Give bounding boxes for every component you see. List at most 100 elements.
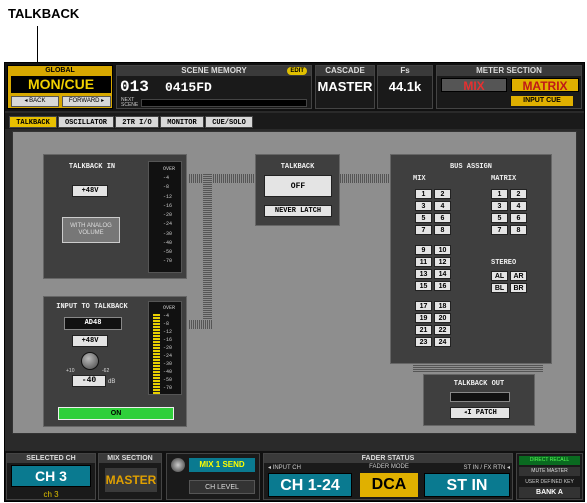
bus-button-mix-3[interactable]: 3 <box>415 201 432 211</box>
bus-button-mix-2[interactable]: 2 <box>434 189 451 199</box>
bus-button-mix-4[interactable]: 4 <box>434 201 451 211</box>
bus-button-mix-12[interactable]: 12 <box>434 257 451 267</box>
bus-button-mix-5[interactable]: 5 <box>415 213 432 223</box>
bus-button-mix-13[interactable]: 13 <box>415 269 432 279</box>
bus-button-mix-8[interactable]: 8 <box>434 225 451 235</box>
scale-24: -24 <box>163 221 173 227</box>
tab-monitor[interactable]: MONITOR <box>160 116 204 128</box>
in-scale-24: -24 <box>163 353 173 359</box>
selected-ch-value[interactable]: CH 3 <box>11 465 91 487</box>
bus-button-mix-17[interactable]: 17 <box>415 301 432 311</box>
back-button[interactable]: ◂ BACK <box>11 96 59 107</box>
bus-button-mix-22[interactable]: 22 <box>434 325 451 335</box>
with-analog-volume-button[interactable]: WITH ANALOG VOLUME <box>62 217 120 243</box>
bus-button-mix-10[interactable]: 10 <box>434 245 451 255</box>
mix1-send-button[interactable]: MIX 1 SEND <box>189 458 255 472</box>
gain-unit: dB <box>108 379 116 385</box>
scale-12: -12 <box>163 194 173 200</box>
bus-button-stereo-BR[interactable]: BR <box>510 283 527 293</box>
fader-mode-value[interactable]: DCA <box>360 473 418 497</box>
signal-line-vertical <box>203 174 212 329</box>
bus-button-matrix-6[interactable]: 6 <box>510 213 527 223</box>
tab-oscillator[interactable]: OSCILLATOR <box>58 116 114 128</box>
meter-mix-button[interactable]: MIX <box>441 78 507 93</box>
bus-button-stereo-BL[interactable]: BL <box>491 283 508 293</box>
fs-title: Fs <box>378 66 432 76</box>
user-defined-key-label: USER DEFINED KEY <box>525 479 574 485</box>
bus-button-mix-16[interactable]: 16 <box>434 281 451 291</box>
bus-button-mix-23[interactable]: 23 <box>415 337 432 347</box>
input-to-talkback-on-button[interactable]: ON <box>58 407 174 420</box>
global-label: GLOBAL <box>45 67 75 74</box>
bus-button-mix-14[interactable]: 14 <box>434 269 451 279</box>
mute-master-button[interactable]: MUTE MASTER <box>519 467 580 476</box>
tab-cue-solo[interactable]: CUE/SOLO <box>205 116 253 128</box>
meter-section-title: METER SECTION <box>437 66 581 76</box>
bank-button[interactable]: BANK A <box>519 487 580 498</box>
fader-status-box: FADER STATUS ◂ INPUT CH CH 1-24 FADER MO… <box>263 453 513 500</box>
bus-button-matrix-8[interactable]: 8 <box>510 225 527 235</box>
talkback-in-48v-button[interactable]: +48V <box>72 185 108 197</box>
bus-button-mix-24[interactable]: 24 <box>434 337 451 347</box>
input-patch-select[interactable]: AD48 <box>64 317 122 330</box>
bus-assign-title: BUS ASSIGN <box>449 163 492 171</box>
talkback-in-panel: TALKBACK IN +48V WITH ANALOG VOLUME OVER… <box>43 154 187 279</box>
st-in-value[interactable]: ST IN <box>424 473 510 497</box>
talkback-panel: TALKBACK OFF NEVER LATCH <box>255 154 340 226</box>
meter-matrix-button[interactable]: MATRIX <box>511 78 579 93</box>
signal-line-bus-out <box>413 364 543 372</box>
bus-button-mix-21[interactable]: 21 <box>415 325 432 335</box>
cascade-box: CASCADE MASTER <box>315 65 375 109</box>
talkback-out-patch-button[interactable]: ◂I PATCH <box>450 407 510 419</box>
matrix-group-label: MATRIX <box>491 175 517 183</box>
bus-button-matrix-7[interactable]: 7 <box>491 225 508 235</box>
next-scene-field[interactable] <box>141 99 307 107</box>
bus-button-matrix-5[interactable]: 5 <box>491 213 508 223</box>
bus-button-mix-6[interactable]: 6 <box>434 213 451 223</box>
bus-button-mix-20[interactable]: 20 <box>434 313 451 323</box>
scale-over: OVER <box>163 166 176 172</box>
direct-recall-button[interactable]: DIRECT RECALL <box>519 456 580 465</box>
forward-button[interactable]: FORWARD ▸ <box>62 96 111 107</box>
bus-button-matrix-1[interactable]: 1 <box>491 189 508 199</box>
talkback-page: TALKBACK IN +48V WITH ANALOG VOLUME OVER… <box>12 131 577 434</box>
bus-button-mix-18[interactable]: 18 <box>434 301 451 311</box>
bus-button-mix-9[interactable]: 9 <box>415 245 432 255</box>
mix-section-master[interactable]: MASTER <box>105 468 157 492</box>
input-ch-value[interactable]: CH 1-24 <box>268 473 352 497</box>
mix-group-label: MIX <box>413 175 426 183</box>
mon-cue-mode[interactable]: MON/CUE <box>11 76 111 93</box>
gain-knob[interactable] <box>81 352 99 370</box>
bus-button-stereo-AR[interactable]: AR <box>510 271 527 281</box>
signal-line-input <box>189 320 212 329</box>
gain-value[interactable]: -40 <box>72 375 106 387</box>
bus-button-mix-7[interactable]: 7 <box>415 225 432 235</box>
talkback-in-title: TALKBACK IN <box>68 163 116 171</box>
scene-number[interactable]: 013 <box>120 78 149 96</box>
edit-badge: EDIT <box>287 67 307 75</box>
talkback-out-panel: TALKBACK OUT ◂I PATCH <box>423 374 535 426</box>
bus-button-stereo-AL[interactable]: AL <box>491 271 508 281</box>
scale-50: -50 <box>163 249 173 255</box>
scene-memory-title: SCENE MEMORY <box>117 66 311 76</box>
scene-name[interactable]: 0415FD <box>165 80 212 95</box>
fader-status-title: FADER STATUS <box>264 454 512 463</box>
tab-2tr-io[interactable]: 2TR I/O <box>115 116 159 128</box>
talkback-title: TALKBACK <box>280 163 315 171</box>
bus-button-mix-11[interactable]: 11 <box>415 257 432 267</box>
bus-button-mix-1[interactable]: 1 <box>415 189 432 199</box>
bus-button-matrix-2[interactable]: 2 <box>510 189 527 199</box>
never-latch-button[interactable]: NEVER LATCH <box>264 205 332 217</box>
bus-button-mix-15[interactable]: 15 <box>415 281 432 291</box>
input-48v-button[interactable]: +48V <box>72 335 108 347</box>
meter-section: METER SECTION MIX MATRIX INPUT CUE <box>436 65 582 109</box>
bus-button-matrix-4[interactable]: 4 <box>510 201 527 211</box>
next-scene-label: NEXT SCENE <box>121 97 139 108</box>
talkback-on-off-button[interactable]: OFF <box>264 175 332 197</box>
ch-level-button[interactable]: CH LEVEL <box>189 480 255 494</box>
signal-line-out <box>340 174 390 183</box>
tab-talkback[interactable]: TALKBACK <box>9 116 57 128</box>
bus-button-matrix-3[interactable]: 3 <box>491 201 508 211</box>
bus-button-mix-19[interactable]: 19 <box>415 313 432 323</box>
scale-70: -70 <box>163 258 173 264</box>
